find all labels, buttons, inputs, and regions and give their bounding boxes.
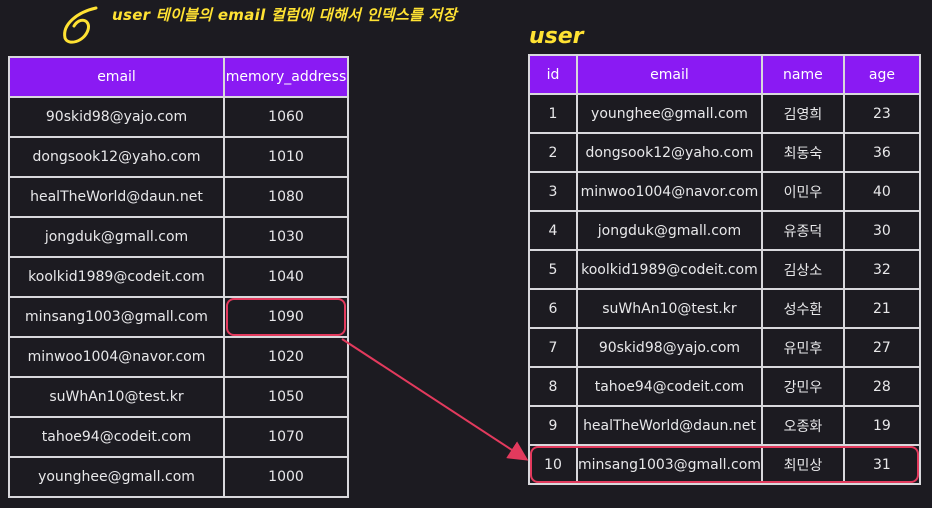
lookup-arrow [341, 338, 529, 461]
